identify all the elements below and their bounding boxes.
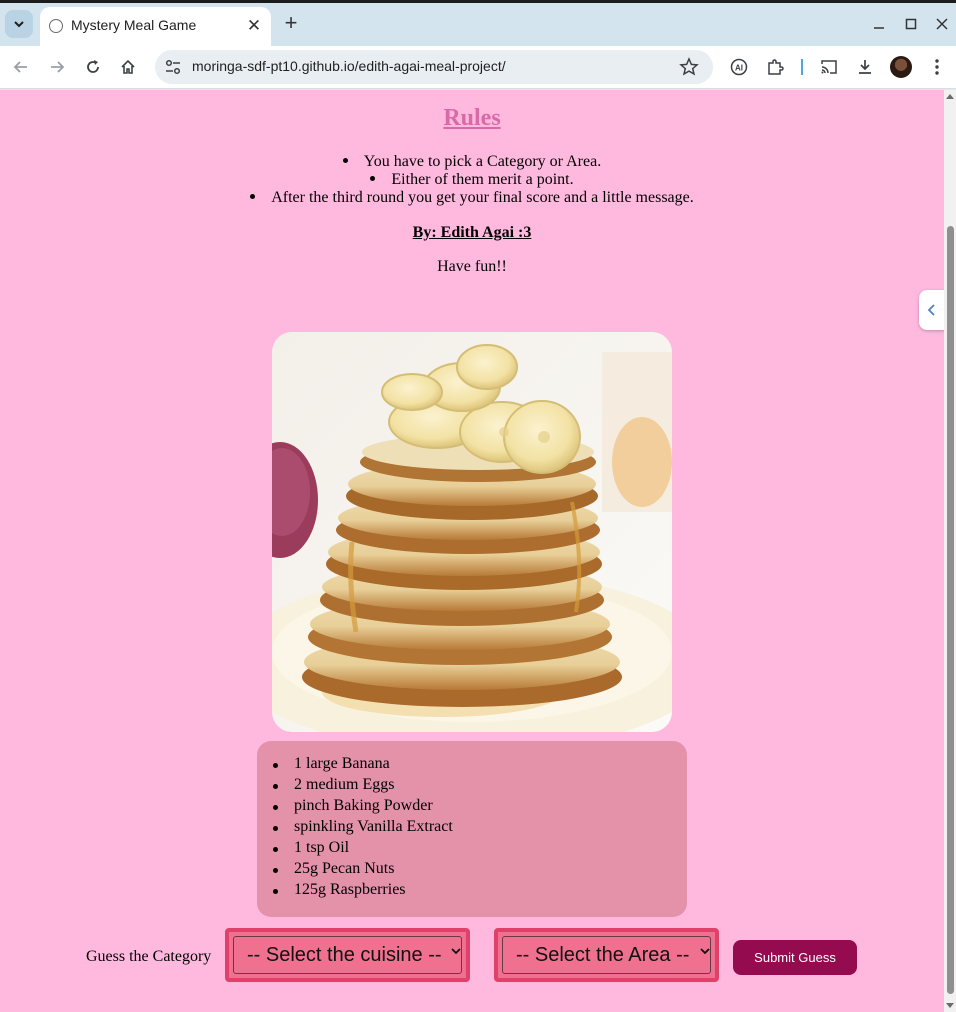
ingredient-item: 2 medium Eggs bbox=[272, 776, 395, 793]
category-select[interactable]: -- Select the cuisine -- bbox=[225, 928, 470, 982]
cast-icon[interactable] bbox=[816, 54, 842, 80]
chevron-down-icon bbox=[14, 21, 24, 28]
browser-titlebar: Mystery Meal Game ✕ + bbox=[0, 0, 956, 46]
chevron-down-icon bbox=[451, 948, 461, 955]
area-select-value: -- Select the Area -- bbox=[502, 936, 711, 974]
ingredient-item: pinch Baking Powder bbox=[273, 797, 433, 814]
toolbar-divider bbox=[801, 59, 803, 75]
ingredient-item: 125g Raspberries bbox=[273, 881, 406, 898]
area-select[interactable]: -- Select the Area -- bbox=[494, 928, 719, 982]
address-bar[interactable]: moringa-sdf-pt10.github.io/edith-agai-me… bbox=[155, 50, 713, 84]
url-text: moringa-sdf-pt10.github.io/edith-agai-me… bbox=[192, 58, 506, 74]
submit-guess-button[interactable]: Submit Guess bbox=[733, 940, 857, 975]
category-select-value: -- Select the cuisine -- bbox=[233, 936, 462, 974]
ingredient-item: 25g Pecan Nuts bbox=[272, 860, 395, 877]
ingredients-list: 1 large Banana 2 medium Eggs pinch Bakin… bbox=[257, 741, 687, 917]
page-viewport: Rules You have to pick a Category or Are… bbox=[0, 90, 944, 1012]
kebab-menu-icon[interactable] bbox=[924, 54, 950, 80]
globe-icon bbox=[49, 19, 63, 33]
maximize-icon[interactable] bbox=[900, 13, 922, 35]
window-close-icon[interactable] bbox=[931, 13, 953, 35]
tab-title: Mystery Meal Game bbox=[71, 17, 197, 33]
star-icon[interactable] bbox=[679, 57, 699, 77]
side-panel-toggle[interactable] bbox=[919, 290, 945, 330]
vertical-scrollbar[interactable] bbox=[944, 90, 956, 1012]
home-icon[interactable] bbox=[115, 54, 141, 80]
scrollbar-thumb[interactable] bbox=[947, 226, 954, 994]
ingredient-item: spinkling Vanilla Extract bbox=[273, 818, 453, 835]
arrow-left-icon[interactable] bbox=[8, 54, 34, 80]
guess-label: Guess the Category bbox=[86, 948, 212, 965]
active-tab[interactable]: Mystery Meal Game ✕ bbox=[40, 7, 271, 46]
tab-search-button[interactable] bbox=[5, 10, 33, 38]
chevron-down-icon bbox=[700, 948, 710, 955]
rule-item: You have to pick a Category or Area. bbox=[0, 153, 944, 171]
plus-icon[interactable]: + bbox=[280, 10, 302, 35]
rules-title: Rules bbox=[443, 105, 501, 131]
ingredient-item: 1 large Banana bbox=[273, 755, 390, 772]
ai-icon[interactable]: AI bbox=[726, 54, 752, 80]
author-credit: By: Edith Agai :3 bbox=[412, 224, 532, 241]
rule-item: After the third round you get your final… bbox=[0, 189, 944, 207]
minimize-icon[interactable] bbox=[868, 13, 890, 35]
greeting-text: Have fun!! bbox=[437, 258, 507, 275]
scroll-up-arrow[interactable] bbox=[946, 94, 954, 99]
download-icon[interactable] bbox=[852, 54, 878, 80]
rule-item: Either of them merit a point. bbox=[0, 171, 944, 189]
scroll-down-arrow[interactable] bbox=[946, 1003, 954, 1008]
tune-icon[interactable] bbox=[164, 58, 182, 76]
ingredient-item: 1 tsp Oil bbox=[272, 839, 350, 856]
svg-text:AI: AI bbox=[735, 64, 743, 73]
avatar[interactable] bbox=[890, 56, 912, 78]
arrow-right-icon[interactable] bbox=[44, 54, 70, 80]
reload-icon[interactable] bbox=[80, 54, 106, 80]
meal-image bbox=[272, 332, 672, 732]
chevron-left-icon bbox=[927, 304, 935, 316]
puzzle-icon[interactable] bbox=[762, 54, 788, 80]
browser-toolbar: moringa-sdf-pt10.github.io/edith-agai-me… bbox=[0, 46, 956, 89]
close-icon[interactable]: ✕ bbox=[243, 15, 265, 37]
